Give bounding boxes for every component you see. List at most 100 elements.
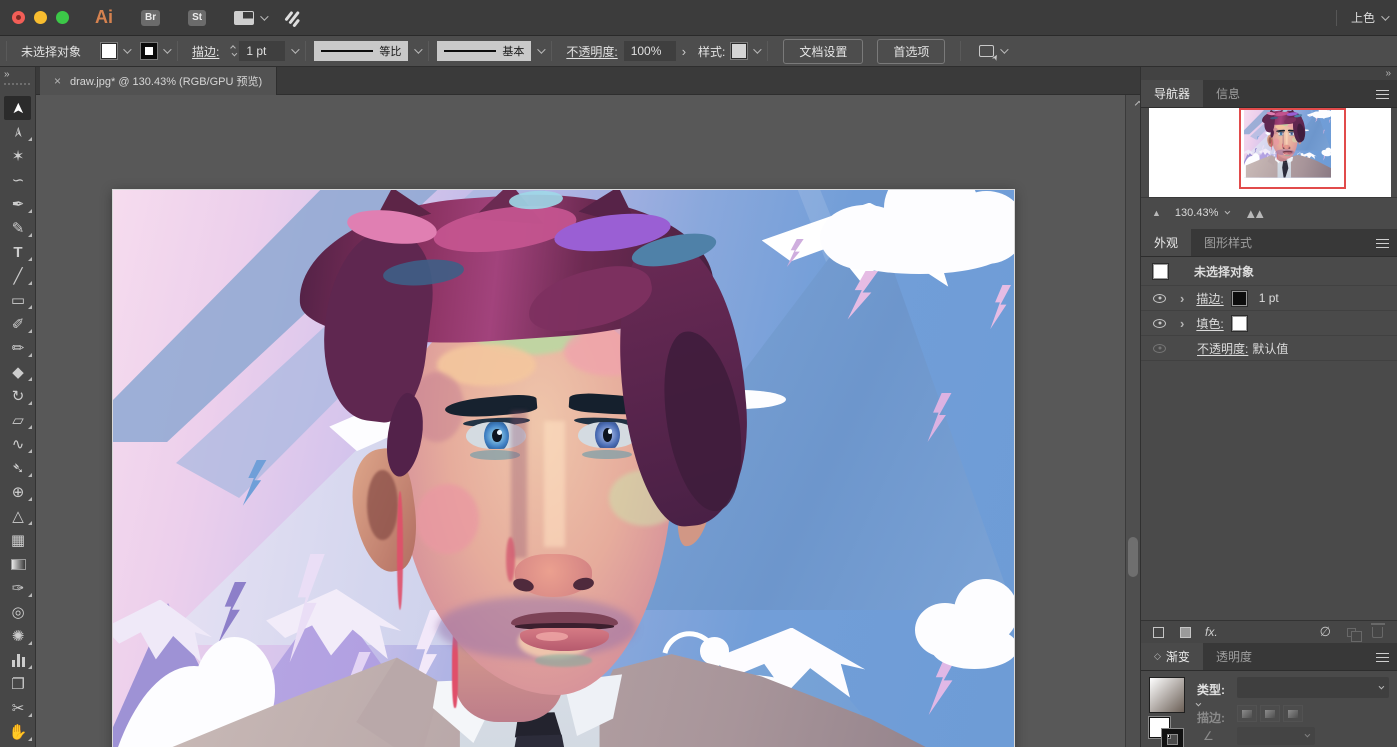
panel-menu-icon[interactable] [1376,90,1389,99]
zoom-window-button[interactable] [56,11,69,24]
type-tool[interactable]: T [0,240,36,264]
navigator-zoom-value[interactable]: 130.43% [1175,207,1218,219]
direct-selection-tool[interactable]: ➢ [0,120,36,144]
shape-builder-tool[interactable]: ⊕ [0,480,36,504]
delete-item-icon[interactable] [1372,627,1383,638]
minimize-window-button[interactable] [34,11,47,24]
arrange-documents-icon[interactable] [234,11,254,25]
navigator-proxy-rectangle[interactable] [1239,108,1346,189]
perspective-grid-tool[interactable]: △ [0,504,36,528]
selection-tool[interactable]: ➤ [0,96,36,120]
column-graph-tool[interactable] [0,648,36,672]
line-segment-tool[interactable]: ╱ [0,264,36,288]
paintbrush-tool[interactable]: ✐ [0,312,36,336]
gradient-type-select[interactable] [1237,677,1389,698]
clear-appearance-icon[interactable]: ∅ [1320,624,1331,640]
expand-row-icon[interactable]: › [1180,291,1184,306]
width-profile-chevron-icon[interactable] [415,45,423,53]
dock-collapse-button[interactable]: » [1385,68,1391,79]
fill-color-swatch[interactable] [101,43,117,59]
blend-tool[interactable]: ◎ [0,600,36,624]
document-setup-button[interactable]: 文档设置 [783,39,863,64]
scale-tool[interactable]: ▱ [0,408,36,432]
add-new-fill-icon[interactable] [1180,627,1191,638]
gpu-performance-icon[interactable] [284,5,309,30]
visibility-eye-icon[interactable] [1153,294,1166,303]
tab-appearance[interactable]: 外观 [1141,229,1191,256]
curvature-tool[interactable]: ✎ [0,216,36,240]
brush-definition-select[interactable]: 基本 [437,41,531,61]
eraser-tool[interactable]: ◆ [0,360,36,384]
appearance-row-stroke[interactable]: › 描边: 1 pt [1141,286,1397,311]
gradient-swatch-chevron-icon[interactable] [1196,701,1202,707]
appearance-row-opacity[interactable]: 不透明度: 默认值 [1141,336,1397,361]
workspace-switcher[interactable]: 上色 [1351,9,1375,26]
stroke-weight-label[interactable]: 描边: [192,43,219,60]
vertical-scrollbar[interactable] [1125,95,1140,747]
appearance-row-selection[interactable]: 未选择对象 [1141,257,1397,286]
puppet-warp-tool[interactable]: ➴ [0,456,36,480]
tab-gradient[interactable]: ◇ 渐变 [1141,643,1203,670]
stroke-color-swatch[interactable] [1232,291,1247,306]
tools-drag-grip[interactable] [4,83,30,85]
stock-button[interactable]: St [188,10,206,26]
select-similar-chevron-icon[interactable] [1001,45,1009,53]
opacity-label[interactable]: 不透明度: [566,43,617,60]
navigator-preview[interactable] [1149,108,1391,197]
hand-tool[interactable]: ✋ [0,720,36,744]
bridge-button[interactable]: Br [141,10,160,26]
mesh-tool[interactable]: ▦ [0,528,36,552]
navigator-zoom-chevron-icon[interactable] [1225,209,1231,215]
opacity-input[interactable]: 100% [624,41,676,61]
tab-transparency[interactable]: 透明度 [1203,643,1265,670]
appearance-stroke-label[interactable]: 描边: [1196,290,1223,307]
symbol-sprayer-tool[interactable]: ✺ [0,624,36,648]
visibility-eye-icon[interactable] [1153,319,1166,328]
slice-tool[interactable]: ✂ [0,696,36,720]
zoom-in-icon[interactable]: ▲▲ [1244,206,1262,221]
gradient-tool[interactable] [0,552,36,576]
panel-cycle-icon[interactable]: ◇ [1154,651,1161,662]
pen-tool[interactable]: ✒ [0,192,36,216]
gradient-angle-select[interactable] [1237,727,1315,745]
stroke-weight-input[interactable]: 1 pt [239,41,285,61]
stroke-color-chevron-icon[interactable] [163,45,171,53]
visibility-eye-icon[interactable] [1153,344,1166,353]
shaper-tool[interactable]: ✏ [0,336,36,360]
artboard-tool[interactable]: ❐ [0,672,36,696]
style-chevron-icon[interactable] [754,45,762,53]
lasso-tool[interactable]: ∽ [0,168,36,192]
width-tool[interactable]: ∿ [0,432,36,456]
rotate-tool[interactable]: ↻ [0,384,36,408]
style-swatch[interactable] [731,43,747,59]
tab-info[interactable]: 信息 [1203,80,1253,107]
workspace-switcher-chevron-icon[interactable] [1381,12,1389,20]
zoom-out-icon[interactable]: ▲ [1152,208,1161,218]
gradient-fill-stroke-proxy[interactable] [1149,717,1187,747]
tab-navigator[interactable]: 导航器 [1141,80,1203,107]
fill-color-swatch[interactable] [1232,316,1247,331]
preferences-button[interactable]: 首选项 [877,39,945,64]
stroke-weight-chevron-icon[interactable] [292,45,300,53]
gradient-preview-swatch[interactable] [1149,677,1185,713]
tab-graphic-styles[interactable]: 图形样式 [1191,229,1265,256]
appearance-fill-label[interactable]: 填色: [1196,315,1223,332]
opacity-more-button[interactable]: › [682,44,686,59]
close-window-button[interactable] [12,11,25,24]
expand-row-icon[interactable]: › [1180,316,1184,331]
arrange-documents-chevron-icon[interactable] [260,12,268,20]
duplicate-item-icon[interactable] [1347,628,1356,637]
add-new-stroke-icon[interactable] [1153,627,1164,638]
appearance-opacity-label[interactable]: 不透明度: [1197,340,1248,357]
width-profile-select[interactable]: 等比 [314,41,408,61]
gradient-stroke-along-icon[interactable] [1260,705,1280,722]
magic-wand-tool[interactable]: ✶ [0,144,36,168]
panel-menu-icon[interactable] [1376,239,1389,248]
gradient-stroke-proxy[interactable] [1162,729,1183,747]
panel-menu-icon[interactable] [1376,653,1389,662]
add-effect-icon[interactable]: fx. [1205,625,1218,639]
gradient-stroke-within-icon[interactable] [1237,705,1257,722]
appearance-row-fill[interactable]: › 填色: [1141,311,1397,336]
select-similar-objects-icon[interactable] [979,45,994,57]
rectangle-tool[interactable]: ▭ [0,288,36,312]
